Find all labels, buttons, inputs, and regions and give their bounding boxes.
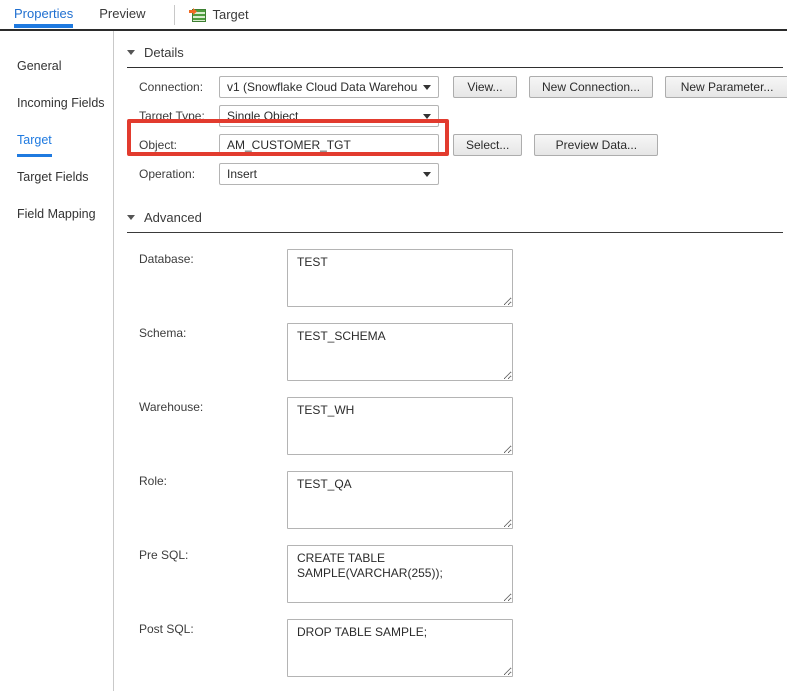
sidebar-item-target-fields[interactable]: Target Fields (0, 165, 113, 202)
sidebar-item-incoming-fields-label: Incoming Fields (17, 96, 105, 110)
schema-label: Schema: (139, 326, 187, 340)
sidebar-item-target[interactable]: Target (0, 128, 113, 165)
pre-sql-row: Pre SQL: CREATE TABLE SAMPLE(VARCHAR(255… (115, 545, 787, 603)
database-row: Database: TEST (115, 249, 787, 307)
post-sql-row: Post SQL: DROP TABLE SAMPLE; (115, 619, 787, 677)
advanced-form: Database: TEST Schema: TEST_SCHEMA Wareh… (115, 233, 787, 677)
tab-divider (173, 4, 175, 25)
sidebar-item-general-label: General (17, 59, 62, 73)
object-buttons: Select... Preview Data... (453, 134, 670, 156)
pre-sql-label: Pre SQL: (139, 548, 189, 562)
database-label: Database: (139, 252, 194, 266)
operation-row: Operation: Insert (115, 163, 787, 185)
preview-data-button[interactable]: Preview Data... (534, 134, 659, 156)
chevron-down-icon (127, 215, 135, 220)
operation-label: Operation: (139, 167, 196, 181)
connection-select-wrapper: v1 (Snowflake Cloud Data Warehouse) (219, 76, 439, 98)
target-type-select-wrapper: Single Object (219, 105, 439, 127)
target-type-row: Target Type: Single Object (115, 105, 787, 127)
post-sql-textarea[interactable]: DROP TABLE SAMPLE; (287, 619, 513, 677)
target-table-icon (188, 7, 206, 23)
pre-sql-textarea[interactable]: CREATE TABLE SAMPLE(VARCHAR(255)); (287, 545, 513, 603)
operation-select-wrapper: Insert (219, 163, 439, 185)
main-content-panel: Details Connection: v1 (Snowflake Cloud … (115, 31, 787, 691)
tab-list: Properties Preview Target (0, 0, 787, 29)
advanced-section-header[interactable]: Advanced (115, 192, 787, 225)
sidebar-item-incoming-fields[interactable]: Incoming Fields (0, 91, 113, 128)
object-input-wrapper (219, 134, 439, 156)
view-button[interactable]: View... (453, 76, 517, 98)
target-object-tab[interactable]: Target (188, 7, 249, 23)
sidebar-item-target-label: Target (17, 128, 52, 157)
new-parameter-button[interactable]: New Parameter... (665, 76, 787, 98)
schema-row: Schema: TEST_SCHEMA (115, 323, 787, 381)
connection-buttons: View... New Connection... New Parameter.… (453, 76, 787, 98)
tab-preview-label: Preview (99, 6, 146, 21)
target-type-label: Target Type: (139, 109, 205, 123)
operation-select[interactable]: Insert (219, 163, 439, 185)
arrow-into-target-icon (188, 7, 197, 15)
details-form: Connection: v1 (Snowflake Cloud Data War… (115, 68, 787, 185)
sidebar-item-field-mapping[interactable]: Field Mapping (0, 202, 113, 239)
schema-textarea[interactable]: TEST_SCHEMA (287, 323, 513, 381)
chevron-down-icon (127, 50, 135, 55)
warehouse-textarea[interactable]: TEST_WH (287, 397, 513, 455)
role-textarea[interactable]: TEST_QA (287, 471, 513, 529)
object-input[interactable] (219, 134, 439, 156)
connection-row: Connection: v1 (Snowflake Cloud Data War… (115, 76, 787, 98)
top-tab-bar: Properties Preview Target (0, 0, 787, 31)
database-textarea[interactable]: TEST (287, 249, 513, 307)
connection-label: Connection: (139, 80, 204, 94)
tab-properties[interactable]: Properties (14, 0, 74, 29)
sidebar-item-target-fields-label: Target Fields (17, 170, 89, 184)
tab-preview[interactable]: Preview (99, 0, 145, 29)
advanced-section-title: Advanced (144, 210, 202, 225)
details-section-header[interactable]: Details (115, 31, 787, 60)
target-type-select[interactable]: Single Object (219, 105, 439, 127)
connection-select[interactable]: v1 (Snowflake Cloud Data Warehouse) (219, 76, 439, 98)
sidebar-item-general[interactable]: General (0, 54, 113, 91)
tab-properties-label: Properties (14, 6, 74, 21)
role-row: Role: TEST_QA (115, 471, 787, 529)
object-row: Object: Select... Preview Data... (115, 134, 787, 156)
details-section-title: Details (144, 45, 184, 60)
target-object-tab-label: Target (212, 7, 249, 22)
role-label: Role: (139, 474, 168, 488)
left-nav-sidebar: General Incoming Fields Target Target Fi… (0, 31, 114, 691)
sidebar-item-field-mapping-label: Field Mapping (17, 207, 96, 221)
post-sql-label: Post SQL: (139, 622, 194, 636)
object-label: Object: (139, 138, 178, 152)
warehouse-label: Warehouse: (139, 400, 204, 414)
warehouse-row: Warehouse: TEST_WH (115, 397, 787, 455)
select-object-button[interactable]: Select... (453, 134, 523, 156)
new-connection-button[interactable]: New Connection... (529, 76, 654, 98)
